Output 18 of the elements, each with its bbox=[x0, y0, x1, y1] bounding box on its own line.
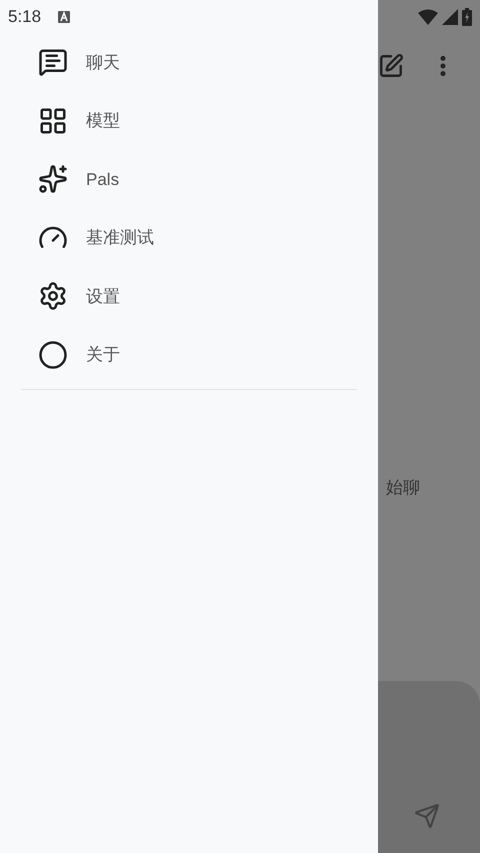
sparkle-icon bbox=[38, 164, 68, 194]
drawer-item[interactable]: 设置 bbox=[0, 267, 378, 326]
keyboard-notification-icon bbox=[58, 10, 70, 22]
settings-icon bbox=[38, 281, 68, 312]
battery-icon bbox=[462, 8, 472, 26]
signal-icon bbox=[442, 8, 458, 24]
drawer-item[interactable]: 基准测试 bbox=[0, 208, 378, 267]
message-text: 始聊 bbox=[386, 477, 420, 500]
chat-bubble-icon bbox=[38, 47, 68, 78]
drawer-item[interactable]: 关于 bbox=[0, 326, 378, 384]
edit-icon[interactable] bbox=[378, 53, 404, 79]
drawer-item[interactable]: Pals bbox=[0, 150, 378, 208]
wifi-icon bbox=[418, 8, 438, 24]
drawer-item[interactable]: 模型 bbox=[0, 92, 378, 150]
grid-icon bbox=[38, 106, 68, 136]
status-time: 5:18 bbox=[8, 6, 42, 28]
circle-icon bbox=[38, 340, 68, 370]
drawer-item[interactable]: 聊天 bbox=[0, 33, 378, 92]
